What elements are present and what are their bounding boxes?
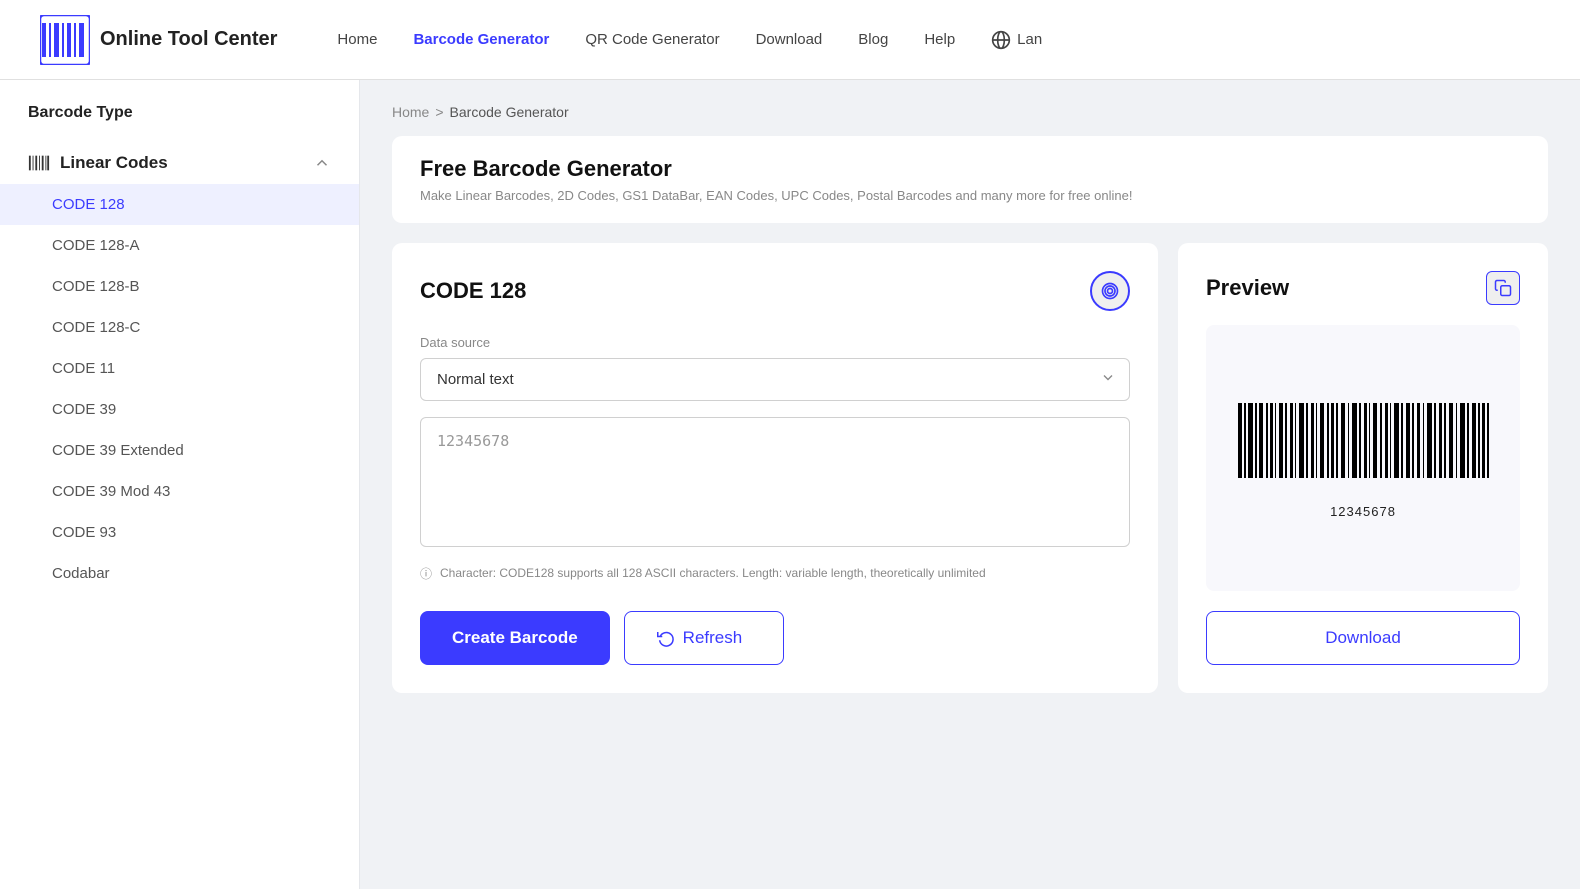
data-source-select[interactable]: Normal text Hex Base64: [420, 358, 1130, 401]
preview-title: Preview: [1206, 275, 1289, 301]
sidebar-title: Barcode Type: [0, 104, 359, 142]
breadcrumb-home[interactable]: Home: [392, 104, 429, 120]
linear-codes-label: Linear Codes: [60, 153, 168, 173]
copy-icon: [1494, 279, 1512, 297]
barcode-image: [1233, 398, 1493, 498]
breadcrumb-separator: >: [435, 104, 443, 120]
preview-panel: Preview: [1178, 243, 1548, 693]
sidebar-section-linear-codes: Linear Codes CODE 128 CODE 128-A CODE 12…: [0, 142, 359, 594]
sidebar-item-code39[interactable]: CODE 39: [0, 389, 359, 430]
info-icon: ⓘ: [420, 565, 432, 583]
nav-download[interactable]: Download: [756, 31, 823, 48]
sidebar: Barcode Type Linear Codes: [0, 80, 360, 889]
hint-content: Character: CODE128 supports all 128 ASCI…: [440, 564, 986, 582]
nav-home[interactable]: Home: [337, 31, 377, 48]
form-panel: CODE 128 Data source Normal text Hex: [392, 243, 1158, 693]
logo-icon: [40, 15, 90, 65]
lang-label: Lan: [1017, 31, 1042, 48]
logo-text: Online Tool Center: [100, 28, 277, 51]
sidebar-section-header[interactable]: Linear Codes: [0, 142, 359, 184]
data-source-wrapper: Normal text Hex Base64: [420, 358, 1130, 401]
sidebar-item-code11[interactable]: CODE 11: [0, 348, 359, 389]
page-subtitle: Make Linear Barcodes, 2D Codes, GS1 Data…: [420, 188, 1520, 203]
breadcrumb-current: Barcode Generator: [450, 104, 569, 120]
refresh-button[interactable]: Refresh: [624, 611, 784, 665]
barcode-preview-area: 12345678: [1206, 325, 1520, 591]
content-row: CODE 128 Data source Normal text Hex: [392, 243, 1548, 693]
settings-icon: [1100, 281, 1120, 301]
action-buttons: Create Barcode Refresh: [420, 611, 1130, 665]
form-panel-title: CODE 128: [420, 278, 526, 304]
nav-qr-code-generator[interactable]: QR Code Generator: [585, 31, 719, 48]
create-barcode-button[interactable]: Create Barcode: [420, 611, 610, 665]
sidebar-item-code128b[interactable]: CODE 128-B: [0, 266, 359, 307]
barcode-input[interactable]: 12345678: [420, 417, 1130, 547]
settings-button[interactable]: [1090, 271, 1130, 311]
barcode-label: 12345678: [1330, 504, 1396, 519]
copy-button[interactable]: [1486, 271, 1520, 305]
main-content: Home > Barcode Generator Free Barcode Ge…: [360, 80, 1580, 889]
nav-barcode-generator[interactable]: Barcode Generator: [413, 31, 549, 48]
preview-header: Preview: [1206, 271, 1520, 305]
header: Online Tool Center Home Barcode Generato…: [0, 0, 1580, 80]
sidebar-item-code39mod43[interactable]: CODE 39 Mod 43: [0, 471, 359, 512]
chevron-up-icon: [313, 154, 331, 172]
page-header: Free Barcode Generator Make Linear Barco…: [392, 136, 1548, 223]
breadcrumb: Home > Barcode Generator: [392, 104, 1548, 120]
lang-selector[interactable]: Lan: [991, 30, 1042, 50]
refresh-label: Refresh: [683, 628, 743, 648]
barcode-icon: [28, 152, 50, 174]
sidebar-item-code128[interactable]: CODE 128: [0, 184, 359, 225]
main-nav: Home Barcode Generator QR Code Generator…: [337, 30, 1540, 50]
globe-icon: [991, 30, 1011, 50]
logo: Online Tool Center: [40, 15, 277, 65]
download-button[interactable]: Download: [1206, 611, 1520, 665]
sidebar-item-code128a[interactable]: CODE 128-A: [0, 225, 359, 266]
sidebar-item-code39extended[interactable]: CODE 39 Extended: [0, 430, 359, 471]
sidebar-item-code93[interactable]: CODE 93: [0, 512, 359, 553]
nav-help[interactable]: Help: [924, 31, 955, 48]
sidebar-item-code128c[interactable]: CODE 128-C: [0, 307, 359, 348]
sidebar-item-codabar[interactable]: Codabar: [0, 553, 359, 594]
layout: Barcode Type Linear Codes: [0, 80, 1580, 889]
data-source-label: Data source: [420, 335, 1130, 350]
sidebar-items-list: CODE 128 CODE 128-A CODE 128-B CODE 128-…: [0, 184, 359, 594]
barcode-input-wrapper: 12345678: [420, 417, 1130, 552]
nav-blog[interactable]: Blog: [858, 31, 888, 48]
page-title: Free Barcode Generator: [420, 156, 1520, 182]
form-panel-header: CODE 128: [420, 271, 1130, 311]
refresh-icon: [657, 629, 675, 647]
hint-text: ⓘ Character: CODE128 supports all 128 AS…: [420, 564, 1130, 583]
